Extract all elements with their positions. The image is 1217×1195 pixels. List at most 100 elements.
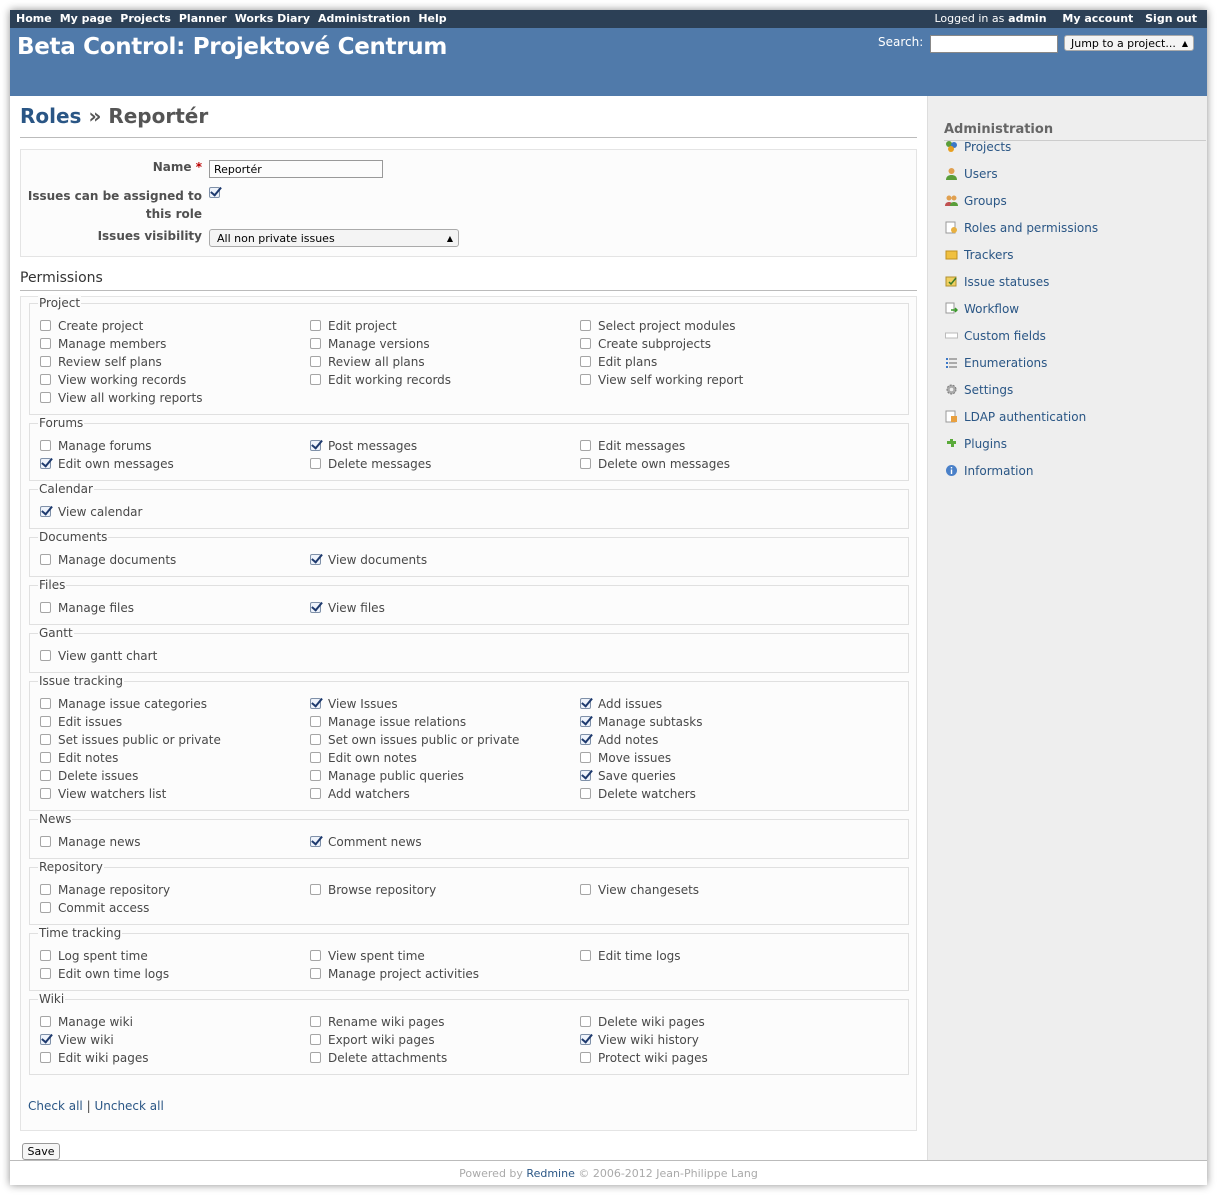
permission-checkbox[interactable] bbox=[580, 374, 591, 385]
permission-checkbox[interactable] bbox=[40, 374, 51, 385]
permission-checkbox[interactable] bbox=[40, 716, 51, 727]
permission-checkbox[interactable] bbox=[310, 458, 321, 469]
permission-label: Review all plans bbox=[328, 355, 425, 369]
permission-checkbox[interactable] bbox=[40, 734, 51, 745]
permission-group-legend: News bbox=[38, 811, 73, 827]
permissions-box: Project Create project Edit project Select … bbox=[20, 295, 917, 1131]
permission-checkbox[interactable] bbox=[40, 554, 51, 565]
save-button[interactable]: Save bbox=[22, 1143, 60, 1160]
permission-checkbox[interactable] bbox=[40, 752, 51, 763]
permission-checkbox[interactable] bbox=[310, 716, 321, 727]
permission-checkbox[interactable] bbox=[40, 968, 51, 979]
permission-checkbox[interactable] bbox=[580, 1052, 591, 1063]
check-all-link[interactable]: Check all bbox=[28, 1099, 83, 1113]
permission-checkbox[interactable] bbox=[310, 734, 321, 745]
breadcrumb-roles-link[interactable]: Roles bbox=[20, 104, 81, 128]
permission-checkbox[interactable] bbox=[40, 884, 51, 895]
top-menu-item-planner[interactable]: Planner bbox=[179, 12, 227, 25]
permission-checkbox[interactable] bbox=[580, 788, 591, 799]
permission-checkbox[interactable] bbox=[40, 1052, 51, 1063]
issues-visibility-select[interactable]: All non private issues ▲ bbox=[209, 229, 459, 247]
role-name-input[interactable]: Reportér bbox=[209, 160, 383, 178]
permission-checkbox[interactable] bbox=[40, 698, 51, 709]
checkbox[interactable] bbox=[209, 187, 220, 198]
permission-group-issue-tracking: Issue tracking Manage issue categories Vie… bbox=[29, 673, 909, 811]
permission-checkbox[interactable] bbox=[580, 458, 591, 469]
permission-group-wiki: Wiki Manage wiki Rename wiki pages Delete w… bbox=[29, 991, 909, 1075]
permission-label: Manage forums bbox=[58, 439, 152, 453]
sign-out-link[interactable]: Sign out bbox=[1145, 12, 1197, 25]
permission-checkbox[interactable] bbox=[580, 950, 591, 961]
permission-checkbox[interactable] bbox=[40, 1016, 51, 1027]
permission-checkbox[interactable] bbox=[40, 338, 51, 349]
sidebar-item-label: Plugins bbox=[964, 437, 1007, 451]
permission-checkbox[interactable] bbox=[580, 770, 591, 781]
visibility-label: Issues visibility bbox=[97, 229, 202, 243]
permission-checkbox[interactable] bbox=[310, 884, 321, 895]
top-menu-item-help[interactable]: Help bbox=[418, 12, 446, 25]
permission-checkbox[interactable] bbox=[310, 1016, 321, 1027]
uncheck-all-link[interactable]: Uncheck all bbox=[94, 1099, 163, 1113]
permission-checkbox[interactable] bbox=[40, 320, 51, 331]
permission-checkbox[interactable] bbox=[40, 770, 51, 781]
permission-checkbox[interactable] bbox=[580, 440, 591, 451]
permission-label: Create project bbox=[58, 319, 144, 333]
permission-checkbox[interactable] bbox=[40, 788, 51, 799]
permission-checkbox[interactable] bbox=[40, 602, 51, 613]
permission-checkbox[interactable] bbox=[310, 698, 321, 709]
redmine-link[interactable]: Redmine bbox=[526, 1167, 574, 1180]
permission-checkbox[interactable] bbox=[310, 374, 321, 385]
permission-checkbox[interactable] bbox=[40, 1034, 51, 1045]
permission-checkbox[interactable] bbox=[310, 770, 321, 781]
permission-checkbox[interactable] bbox=[580, 1034, 591, 1045]
permission-checkbox[interactable] bbox=[310, 1034, 321, 1045]
permission-label: Export wiki pages bbox=[328, 1033, 435, 1047]
top-menu-item-home[interactable]: Home bbox=[16, 12, 52, 25]
permission-checkbox[interactable] bbox=[580, 884, 591, 895]
permission-checkbox[interactable] bbox=[580, 752, 591, 763]
permissions-title: Permissions bbox=[20, 268, 917, 291]
permission-checkbox[interactable] bbox=[40, 392, 51, 403]
permission-checkbox[interactable] bbox=[310, 836, 321, 847]
permission-checkbox[interactable] bbox=[310, 338, 321, 349]
permission-checkbox[interactable] bbox=[40, 650, 51, 661]
assignable-label-line2: this role bbox=[145, 207, 202, 221]
permission-checkbox[interactable] bbox=[310, 602, 321, 613]
permission-checkbox[interactable] bbox=[310, 440, 321, 451]
logged-in-user[interactable]: admin bbox=[1008, 12, 1046, 25]
search-input[interactable] bbox=[930, 35, 1058, 53]
permission-checkbox[interactable] bbox=[580, 716, 591, 727]
top-menu-item-works-diary[interactable]: Works Diary bbox=[235, 12, 310, 25]
permission-checkbox[interactable] bbox=[580, 734, 591, 745]
permission-checkbox[interactable] bbox=[310, 1052, 321, 1063]
top-menu-item-my-page[interactable]: My page bbox=[60, 12, 113, 25]
sidebar-item-label: Workflow bbox=[964, 302, 1020, 316]
permission-checkbox[interactable] bbox=[580, 1016, 591, 1027]
permission-checkbox[interactable] bbox=[40, 506, 51, 517]
jump-to-project-select[interactable]: Jump to a project... ▲ bbox=[1064, 35, 1194, 51]
permission-checkbox[interactable] bbox=[580, 320, 591, 331]
my-account-link[interactable]: My account bbox=[1062, 12, 1133, 25]
permission-checkbox[interactable] bbox=[40, 836, 51, 847]
permission-checkbox[interactable] bbox=[310, 788, 321, 799]
permission-checkbox[interactable] bbox=[310, 554, 321, 565]
permission-checkbox[interactable] bbox=[310, 968, 321, 979]
permission-checkbox[interactable] bbox=[40, 356, 51, 367]
permission-checkbox[interactable] bbox=[310, 752, 321, 763]
permission-checkbox[interactable] bbox=[310, 356, 321, 367]
permission-checkbox[interactable] bbox=[40, 458, 51, 469]
permission-checkbox[interactable] bbox=[310, 950, 321, 961]
app-title: Beta Control: Projektové Centrum bbox=[17, 34, 448, 60]
permission-checkbox[interactable] bbox=[580, 698, 591, 709]
top-menu-item-projects[interactable]: Projects bbox=[120, 12, 171, 25]
name-label-text: Name bbox=[152, 160, 192, 174]
assignable-label-line1: Issues can be assigned to bbox=[27, 189, 202, 203]
permission-checkbox[interactable] bbox=[580, 338, 591, 349]
permission-label: View working records bbox=[58, 373, 187, 387]
top-menu-item-administration[interactable]: Administration bbox=[318, 12, 410, 25]
permission-checkbox[interactable] bbox=[40, 440, 51, 451]
permission-checkbox[interactable] bbox=[310, 320, 321, 331]
permission-checkbox[interactable] bbox=[40, 950, 51, 961]
permission-checkbox[interactable] bbox=[580, 356, 591, 367]
permission-checkbox[interactable] bbox=[40, 902, 51, 913]
